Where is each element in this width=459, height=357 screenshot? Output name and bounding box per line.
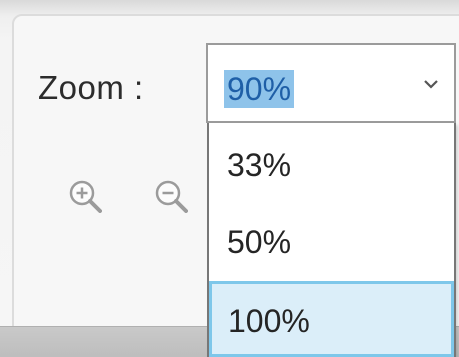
zoom-out-icon[interactable]	[150, 175, 194, 219]
zoom-option-33[interactable]: 33%	[209, 131, 454, 199]
chevron-down-icon[interactable]	[420, 73, 442, 95]
zoom-combobox[interactable]: 90%	[206, 43, 456, 123]
zoom-dropdown-list: 33% 50% 100%	[207, 123, 456, 357]
zoom-label: Zoom :	[38, 69, 144, 106]
zoom-settings-window: Zoom : 90% 33% 50% 100%	[0, 0, 459, 357]
zoom-in-icon[interactable]	[64, 175, 108, 219]
zoom-option-100[interactable]: 100%	[209, 281, 454, 357]
zoom-option-50[interactable]: 50%	[209, 208, 454, 276]
zoom-selected-value[interactable]: 90%	[224, 70, 295, 108]
